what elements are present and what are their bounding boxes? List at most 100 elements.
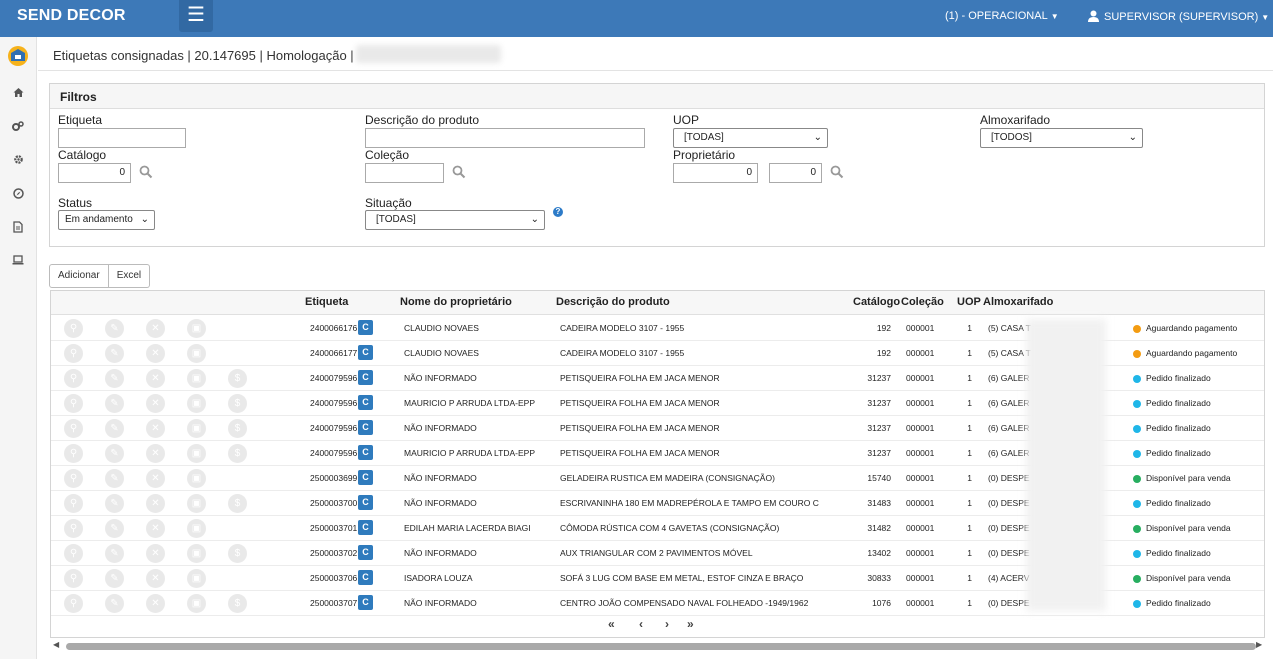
col-catalogo[interactable]: Catálogo xyxy=(853,296,900,308)
edit-row-icon[interactable]: ✎ xyxy=(105,394,124,413)
colecao-input[interactable] xyxy=(365,163,444,183)
col-descricao[interactable]: Descrição do produto xyxy=(556,296,670,308)
col-proprietario[interactable]: Nome do proprietário xyxy=(400,296,512,308)
money-row-icon[interactable]: $ xyxy=(228,544,247,563)
status-select[interactable]: Em andamento ⌄ xyxy=(58,210,155,230)
hamburger-menu-icon[interactable]: ☰ xyxy=(179,0,213,32)
image-row-icon[interactable]: ▣ xyxy=(187,319,206,338)
consignment-badge[interactable]: C xyxy=(358,520,373,535)
app-brand[interactable]: SEND DECOR xyxy=(17,7,126,25)
proprietario-input-1[interactable]: 0 xyxy=(673,163,758,183)
consignment-badge[interactable]: C xyxy=(358,445,373,460)
delete-row-icon[interactable]: ✕ xyxy=(146,544,165,563)
home-icon[interactable] xyxy=(11,87,25,101)
image-row-icon[interactable]: ▣ xyxy=(187,569,206,588)
search-catalogo-icon[interactable] xyxy=(139,165,153,179)
edit-row-icon[interactable]: ✎ xyxy=(105,444,124,463)
search-row-icon[interactable]: ⚲ xyxy=(64,494,83,513)
edit-row-icon[interactable]: ✎ xyxy=(105,419,124,438)
delete-row-icon[interactable]: ✕ xyxy=(146,519,165,538)
col-uop[interactable]: UOP xyxy=(957,296,981,308)
edit-row-icon[interactable]: ✎ xyxy=(105,494,124,513)
delete-row-icon[interactable]: ✕ xyxy=(146,319,165,338)
help-icon[interactable]: ? xyxy=(553,207,563,217)
search-row-icon[interactable]: ⚲ xyxy=(64,519,83,538)
pager-prev-button[interactable]: ‹ xyxy=(639,617,643,631)
image-row-icon[interactable]: ▣ xyxy=(187,594,206,613)
money-row-icon[interactable]: $ xyxy=(228,394,247,413)
delete-row-icon[interactable]: ✕ xyxy=(146,444,165,463)
money-row-icon[interactable]: $ xyxy=(228,494,247,513)
scrollbar-thumb[interactable] xyxy=(66,643,1256,650)
delete-row-icon[interactable]: ✕ xyxy=(146,594,165,613)
pager-first-button[interactable]: « xyxy=(608,617,615,631)
image-row-icon[interactable]: ▣ xyxy=(187,469,206,488)
consignment-badge[interactable]: C xyxy=(358,545,373,560)
descricao-input[interactable] xyxy=(365,128,645,148)
edit-row-icon[interactable]: ✎ xyxy=(105,519,124,538)
delete-row-icon[interactable]: ✕ xyxy=(146,369,165,388)
image-row-icon[interactable]: ▣ xyxy=(187,419,206,438)
pager-last-button[interactable]: » xyxy=(687,617,694,631)
col-almoxarifado[interactable]: Almoxarifado xyxy=(983,296,1053,308)
image-row-icon[interactable]: ▣ xyxy=(187,494,206,513)
search-row-icon[interactable]: ⚲ xyxy=(64,469,83,488)
situacao-select[interactable]: [TODAS] ⌄ xyxy=(365,210,545,230)
catalogo-input[interactable]: 0 xyxy=(58,163,131,183)
almoxarifado-select[interactable]: [TODOS] ⌄ xyxy=(980,128,1143,148)
delete-row-icon[interactable]: ✕ xyxy=(146,569,165,588)
laptop-icon[interactable] xyxy=(11,255,25,269)
search-row-icon[interactable]: ⚲ xyxy=(64,594,83,613)
money-row-icon[interactable]: $ xyxy=(228,594,247,613)
search-row-icon[interactable]: ⚲ xyxy=(64,394,83,413)
proprietario-input-2[interactable]: 0 xyxy=(769,163,822,183)
search-proprietario-icon[interactable] xyxy=(830,165,844,179)
image-row-icon[interactable]: ▣ xyxy=(187,369,206,388)
gears-icon[interactable] xyxy=(11,121,25,135)
gear-icon[interactable] xyxy=(11,154,25,168)
excel-button[interactable]: Excel xyxy=(108,264,151,288)
app-logo-icon[interactable] xyxy=(7,45,29,67)
money-row-icon[interactable]: $ xyxy=(228,369,247,388)
consignment-badge[interactable]: C xyxy=(358,345,373,360)
edit-row-icon[interactable]: ✎ xyxy=(105,369,124,388)
compass-icon[interactable] xyxy=(11,188,25,202)
search-colecao-icon[interactable] xyxy=(452,165,466,179)
context-menu[interactable]: (1) - OPERACIONAL ▼ xyxy=(945,10,1059,22)
uop-select[interactable]: [TODAS] ⌄ xyxy=(673,128,828,148)
edit-row-icon[interactable]: ✎ xyxy=(105,544,124,563)
col-etiqueta[interactable]: Etiqueta xyxy=(305,296,348,308)
consignment-badge[interactable]: C xyxy=(358,470,373,485)
consignment-badge[interactable]: C xyxy=(358,370,373,385)
pager-next-button[interactable]: › xyxy=(665,617,669,631)
consignment-badge[interactable]: C xyxy=(358,395,373,410)
add-button[interactable]: Adicionar xyxy=(49,264,109,288)
edit-row-icon[interactable]: ✎ xyxy=(105,569,124,588)
scroll-left-icon[interactable]: ◀ xyxy=(53,640,59,649)
image-row-icon[interactable]: ▣ xyxy=(187,344,206,363)
search-row-icon[interactable]: ⚲ xyxy=(64,569,83,588)
etiqueta-input[interactable] xyxy=(58,128,186,148)
consignment-badge[interactable]: C xyxy=(358,320,373,335)
edit-row-icon[interactable]: ✎ xyxy=(105,344,124,363)
scroll-right-icon[interactable]: ▶ xyxy=(1256,640,1262,649)
edit-row-icon[interactable]: ✎ xyxy=(105,319,124,338)
delete-row-icon[interactable]: ✕ xyxy=(146,469,165,488)
image-row-icon[interactable]: ▣ xyxy=(187,544,206,563)
document-icon[interactable] xyxy=(11,221,25,235)
search-row-icon[interactable]: ⚲ xyxy=(64,319,83,338)
money-row-icon[interactable]: $ xyxy=(228,444,247,463)
col-colecao[interactable]: Coleção xyxy=(901,296,944,308)
delete-row-icon[interactable]: ✕ xyxy=(146,344,165,363)
delete-row-icon[interactable]: ✕ xyxy=(146,494,165,513)
search-row-icon[interactable]: ⚲ xyxy=(64,544,83,563)
consignment-badge[interactable]: C xyxy=(358,595,373,610)
search-row-icon[interactable]: ⚲ xyxy=(64,369,83,388)
edit-row-icon[interactable]: ✎ xyxy=(105,469,124,488)
search-row-icon[interactable]: ⚲ xyxy=(64,444,83,463)
image-row-icon[interactable]: ▣ xyxy=(187,519,206,538)
delete-row-icon[interactable]: ✕ xyxy=(146,394,165,413)
search-row-icon[interactable]: ⚲ xyxy=(64,344,83,363)
image-row-icon[interactable]: ▣ xyxy=(187,394,206,413)
search-row-icon[interactable]: ⚲ xyxy=(64,419,83,438)
